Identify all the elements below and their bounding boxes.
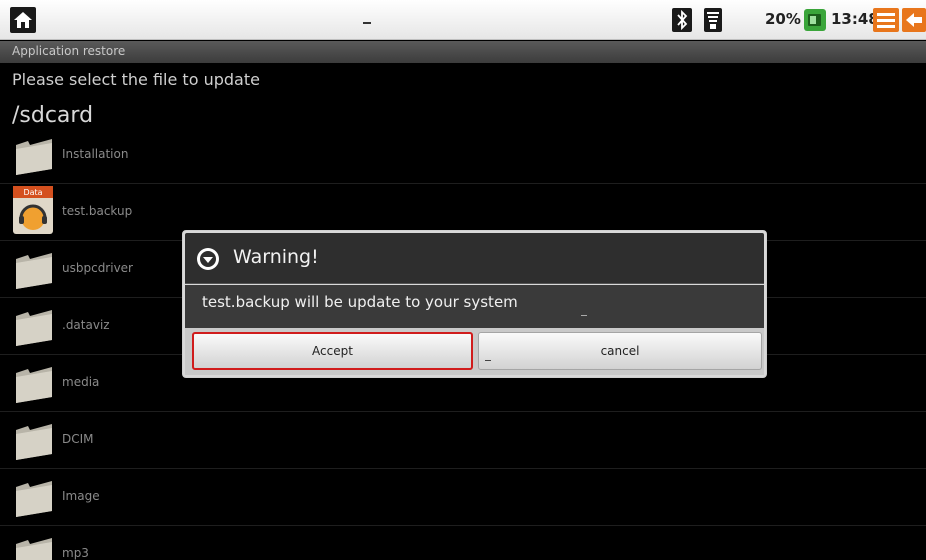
app-data-icon-label: Data xyxy=(23,188,42,197)
file-name: media xyxy=(62,375,100,389)
folder-icon xyxy=(16,424,52,460)
list-item-image[interactable]: Image xyxy=(0,469,926,526)
warning-chevron-icon xyxy=(197,248,219,270)
dialog-message: test.backup will be update to your syste… xyxy=(202,293,518,311)
file-name: usbpcdriver xyxy=(62,261,133,275)
battery-icon xyxy=(804,9,826,31)
accept-button[interactable]: Accept xyxy=(192,332,473,370)
back-icon[interactable] xyxy=(902,8,926,32)
list-item-mp3[interactable]: mp3 xyxy=(0,526,926,560)
dialog-body: test.backup will be update to your syste… xyxy=(185,285,764,328)
warning-dialog: Warning! test.backup will be update to y… xyxy=(182,230,767,378)
folder-icon xyxy=(16,538,52,560)
wifi-icon xyxy=(704,8,722,32)
list-item-dcim[interactable]: DCIM xyxy=(0,412,926,469)
file-name: Image xyxy=(62,489,100,503)
folder-icon xyxy=(16,139,52,175)
folder-icon xyxy=(16,253,52,289)
app-data-icon: Data xyxy=(13,186,53,234)
battery-percent: 20% xyxy=(765,10,801,28)
app-title: Application restore xyxy=(12,44,126,58)
clock: 13:48 xyxy=(831,10,879,28)
text-cursor xyxy=(581,315,587,316)
folder-icon xyxy=(16,481,52,517)
select-prompt: Please select the file to update xyxy=(12,70,260,89)
list-item-installation[interactable]: Installation xyxy=(0,127,926,184)
text-cursor xyxy=(485,360,491,361)
file-name: DCIM xyxy=(62,432,94,446)
app-title-bar: Application restore xyxy=(0,41,926,63)
status-divider xyxy=(363,22,371,24)
home-icon[interactable] xyxy=(10,7,36,33)
folder-icon xyxy=(16,367,52,403)
dialog-header: Warning! xyxy=(185,233,764,284)
current-path: /sdcard xyxy=(12,103,94,128)
file-name: Installation xyxy=(62,147,129,161)
file-name: mp3 xyxy=(62,546,89,560)
cancel-button-label: cancel xyxy=(600,344,640,358)
status-bar: 20% 13:48 xyxy=(0,0,926,40)
file-name: test.backup xyxy=(62,204,133,218)
menu-icon[interactable] xyxy=(873,8,899,32)
cancel-button[interactable]: cancel xyxy=(478,332,762,370)
bluetooth-icon xyxy=(672,8,692,32)
dialog-title: Warning! xyxy=(233,246,319,268)
folder-icon xyxy=(16,310,52,346)
dialog-button-bar: Accept cancel xyxy=(185,328,764,375)
file-name: .dataviz xyxy=(62,318,110,332)
